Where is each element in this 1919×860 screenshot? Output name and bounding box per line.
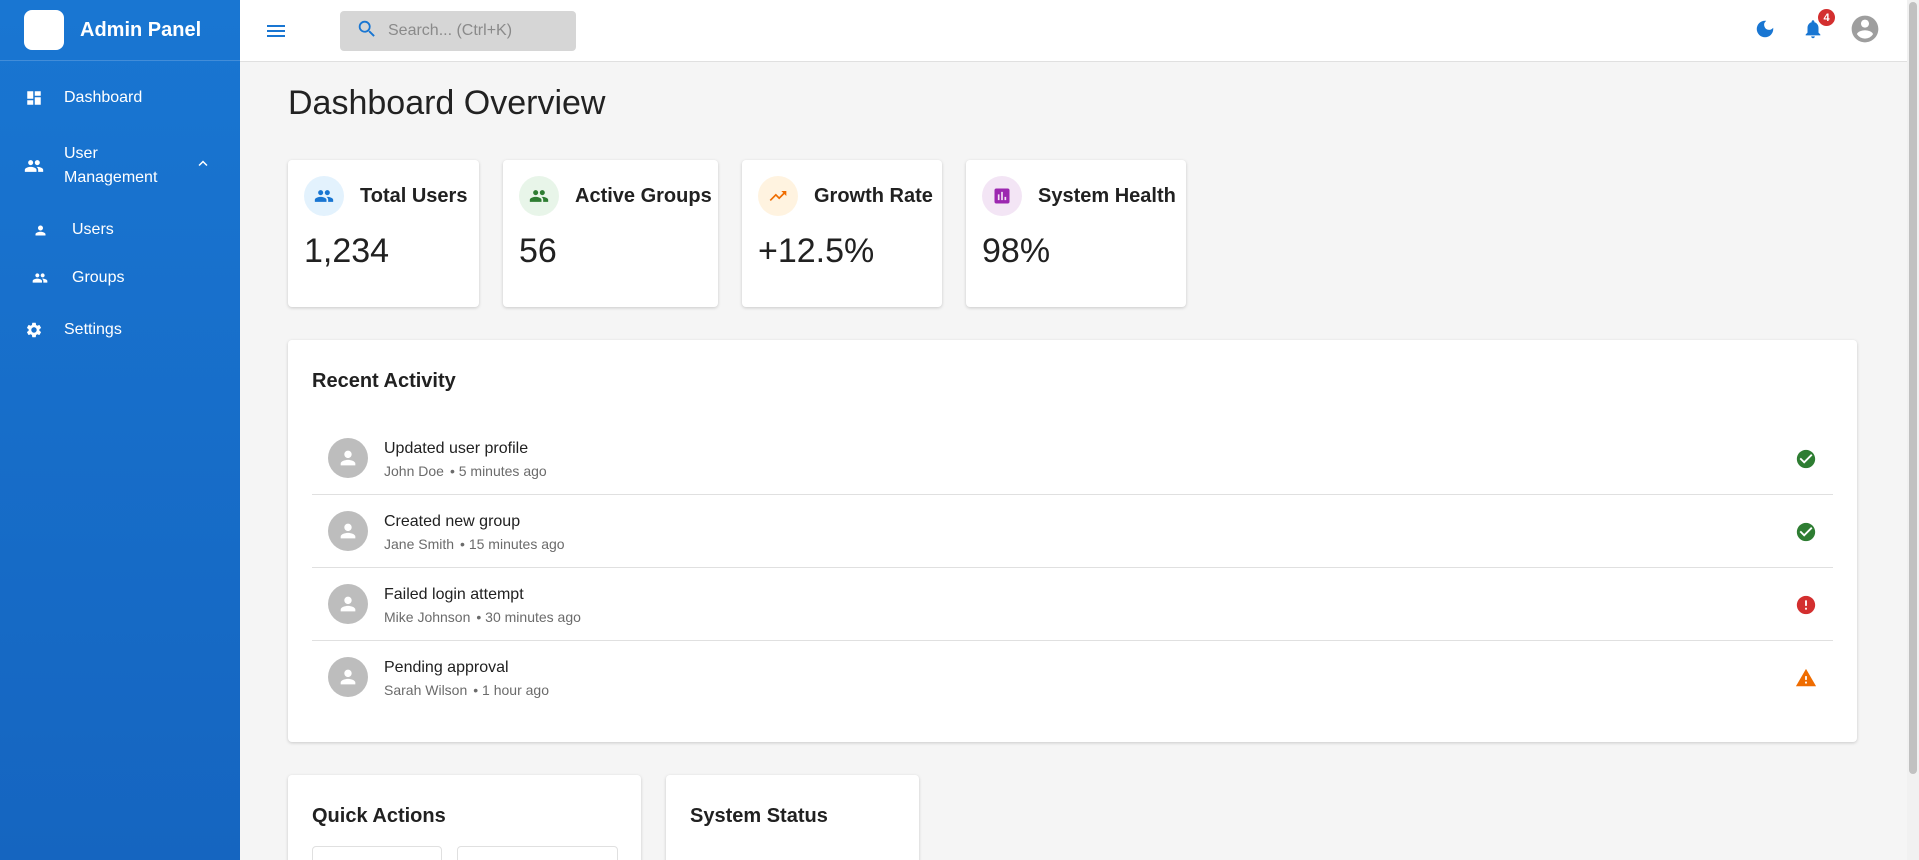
activity-item[interactable]: Failed login attempt Mike Johnson • 30 mi…: [312, 568, 1833, 641]
stat-value: 1,234: [304, 232, 390, 270]
person-icon: [340, 669, 356, 685]
account-circle-icon: [1849, 13, 1881, 50]
stat-card-total-users: Total Users 1,234: [288, 160, 479, 307]
check-circle-icon: [1796, 522, 1816, 542]
person-icon: [30, 220, 50, 240]
activity-user: Mike Johnson: [384, 609, 471, 625]
stat-label: System Health: [1038, 184, 1176, 207]
menu-icon[interactable]: [264, 19, 288, 43]
activity-title: Pending approval: [384, 659, 509, 676]
sidebar-item-user-management[interactable]: User Management: [0, 142, 240, 190]
page-scrollbar[interactable]: [1907, 0, 1919, 860]
avatar: [328, 584, 368, 624]
activity-user: Jane Smith: [384, 536, 455, 552]
quick-action-button[interactable]: [457, 846, 618, 860]
people-icon: [24, 156, 44, 176]
recent-activity-card: Recent Activity Updated user profile Joh…: [288, 340, 1857, 742]
stat-card-active-groups: Active Groups 56: [503, 160, 718, 307]
top-app-bar: 4: [240, 0, 1907, 62]
dashboard-icon: [24, 88, 44, 108]
stat-label: Growth Rate: [814, 184, 933, 207]
person-icon: [340, 523, 356, 539]
search-icon: [356, 18, 378, 45]
activity-title: Failed login attempt: [384, 586, 524, 603]
stat-card-system-health: System Health 98%: [966, 160, 1186, 307]
sidebar-item-groups[interactable]: Groups: [0, 266, 240, 290]
app-logo: [24, 10, 64, 50]
stat-card-growth-rate: Growth Rate +12.5%: [742, 160, 942, 307]
activity-item[interactable]: Updated user profile John Doe • 5 minutes…: [312, 422, 1833, 495]
app-title: Admin Panel: [80, 18, 202, 41]
sidebar-item-label: User Management: [64, 145, 158, 186]
moon-icon: [1754, 18, 1776, 45]
chevron-up-icon: [194, 155, 212, 178]
avatar: [328, 438, 368, 478]
quick-action-button[interactable]: [312, 846, 442, 860]
error-icon: [1796, 595, 1816, 615]
avatar: [328, 657, 368, 697]
stat-label: Active Groups: [575, 184, 712, 207]
section-title: Recent Activity: [312, 370, 456, 392]
activity-item[interactable]: Created new group Jane Smith • 15 minutes…: [312, 495, 1833, 568]
activity-time: • 15 minutes ago: [460, 536, 565, 552]
notifications-button[interactable]: 4: [1798, 8, 1836, 46]
activity-user: John Doe: [384, 463, 444, 479]
dark-mode-toggle[interactable]: [1750, 16, 1780, 46]
stat-value: 98%: [982, 232, 1051, 270]
sidebar-item-settings[interactable]: Settings: [0, 318, 240, 342]
brand: Admin Panel: [0, 0, 240, 61]
avatar: [328, 511, 368, 551]
activity-user: Sarah Wilson: [384, 682, 468, 698]
activity-time: • 5 minutes ago: [449, 463, 547, 479]
person-icon: [340, 596, 356, 612]
activity-item[interactable]: Pending approval Sarah Wilson • 1 hour ag…: [312, 641, 1833, 714]
section-title: Quick Actions: [312, 805, 446, 827]
section-title: System Status: [690, 805, 828, 827]
account-button[interactable]: [1850, 15, 1880, 46]
trending-up-icon: [758, 176, 798, 216]
warning-icon: [1795, 668, 1817, 687]
check-circle-icon: [1796, 449, 1816, 469]
search-box[interactable]: [340, 11, 576, 51]
sidebar-item-label: Groups: [72, 269, 125, 286]
stat-label: Total Users: [360, 184, 468, 207]
stat-value: 56: [519, 232, 557, 270]
person-icon: [340, 450, 356, 466]
activity-time: • 30 minutes ago: [476, 609, 581, 625]
stat-value: +12.5%: [758, 232, 875, 270]
activity-title: Updated user profile: [384, 440, 529, 457]
sidebar-item-label: Dashboard: [64, 89, 143, 106]
sidebar-item-label: Users: [72, 221, 114, 238]
people-icon: [304, 176, 344, 216]
sidebar-item-users[interactable]: Users: [0, 218, 240, 242]
sidebar-item-label: Settings: [64, 321, 122, 338]
activity-title: Created new group: [384, 513, 521, 530]
bar-chart-icon: [982, 176, 1022, 216]
notification-badge: 4: [1817, 8, 1836, 27]
group-icon: [30, 268, 50, 288]
search-input[interactable]: [388, 22, 568, 40]
page-title: Dashboard Overview: [288, 84, 606, 122]
sidebar: Admin Panel Dashboard User Management Us…: [0, 0, 240, 860]
gear-icon: [24, 320, 44, 340]
sidebar-item-dashboard[interactable]: Dashboard: [0, 86, 240, 110]
activity-time: • 1 hour ago: [473, 682, 550, 698]
system-status-card: System Status: [666, 775, 919, 860]
group-icon: [519, 176, 559, 216]
scrollbar-thumb[interactable]: [1909, 2, 1917, 774]
